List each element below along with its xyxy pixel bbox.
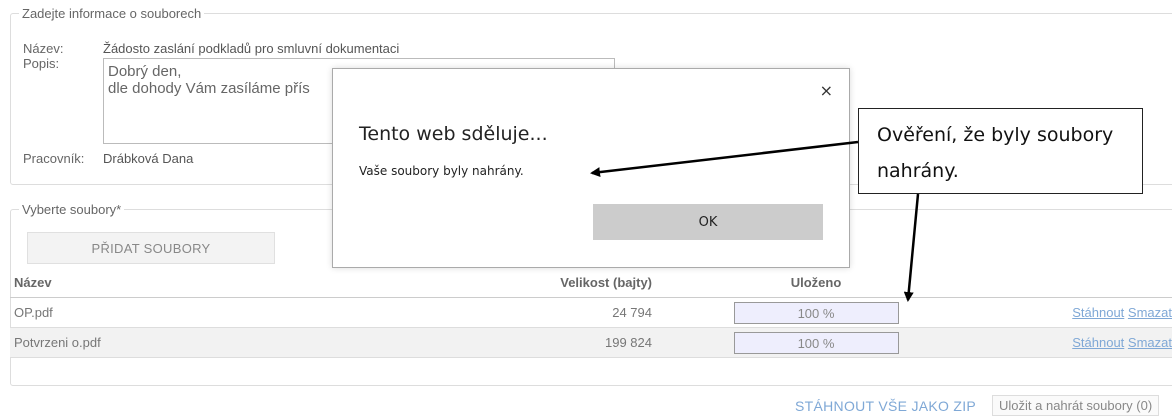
- annotation-arrows: [590, 140, 920, 302]
- arrow-to-message: [590, 140, 859, 178]
- arrow-to-progress: [903, 193, 920, 302]
